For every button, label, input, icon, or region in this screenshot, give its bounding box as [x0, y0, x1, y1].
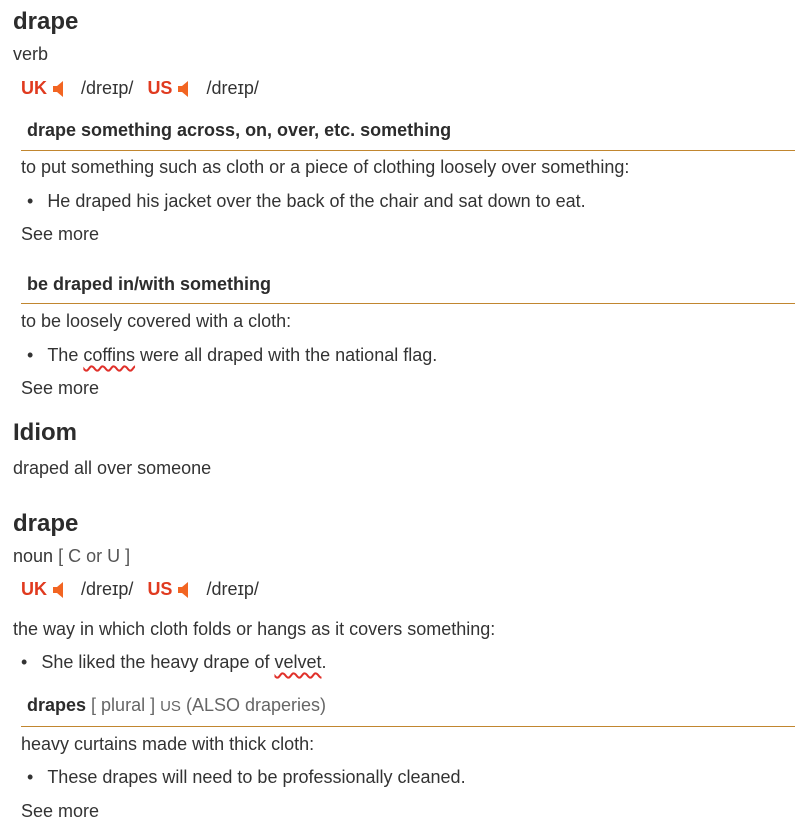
idiom-link[interactable]: draped all over someone: [13, 458, 211, 479]
pos-label: noun: [13, 546, 54, 566]
uk-label: UK: [21, 579, 47, 599]
grammar-code: [ C or U ]: [58, 546, 131, 566]
us-label: US: [147, 78, 173, 98]
speaker-icon[interactable]: [53, 80, 67, 97]
spellcheck-word: velvet: [274, 652, 322, 672]
part-of-speech: noun [ C or U ]: [13, 546, 130, 567]
example: • The coffins were all draped with the na…: [27, 345, 437, 366]
divider: [21, 150, 795, 151]
grammar-code: [ plural ]: [91, 695, 156, 715]
definition: the way in which cloth folds or hangs as…: [13, 619, 496, 639]
sub-entry-word: drapes: [27, 695, 87, 715]
us-ipa: /dreɪp/: [206, 78, 259, 98]
spellcheck-word: coffins: [83, 345, 136, 365]
example-text: .: [321, 652, 327, 672]
headword: drape: [13, 510, 79, 537]
divider: [21, 303, 795, 304]
uk-ipa: /dreɪp/: [81, 78, 134, 98]
us-ipa: /dreɪp/: [206, 579, 259, 599]
sub-entry-heading: drapes [ plural ] US (ALSO draperies): [27, 695, 326, 716]
see-more-link[interactable]: See more: [21, 378, 99, 399]
divider: [21, 726, 795, 727]
example: • He draped his jacket over the back of t…: [27, 191, 586, 212]
bullet: •: [21, 652, 28, 672]
definition: heavy curtains made with thick cloth:: [21, 734, 315, 754]
idiom-heading: Idiom: [13, 419, 77, 446]
pronunciation-row: UK /dreɪp/ US /dreɪp/: [21, 78, 273, 99]
example-text: The: [47, 345, 84, 365]
headword: drape: [13, 8, 79, 35]
example: • She liked the heavy drape of velvet.: [21, 652, 327, 673]
example: • These drapes will need to be profession…: [27, 767, 466, 788]
example-text: These drapes will need to be professiona…: [47, 767, 466, 787]
region-label: US: [160, 698, 181, 715]
see-more-link[interactable]: See more: [21, 801, 99, 822]
example-text: He draped his jacket over the back of th…: [47, 191, 586, 211]
speaker-icon[interactable]: [178, 581, 192, 598]
bullet: •: [27, 191, 34, 211]
example-text: were all draped with the national flag.: [135, 345, 438, 365]
phrase-heading: be draped in/with something: [27, 274, 272, 294]
uk-ipa: /dreɪp/: [81, 579, 134, 599]
example-text: She liked the heavy drape of: [41, 652, 275, 672]
speaker-icon[interactable]: [178, 80, 192, 97]
pronunciation-row: UK /dreɪp/ US /dreɪp/: [21, 579, 273, 600]
also-variant: (ALSO draperies): [185, 695, 327, 715]
bullet: •: [27, 767, 34, 787]
part-of-speech: verb: [13, 44, 49, 64]
us-label: US: [147, 579, 173, 599]
definition: to put something such as cloth or a piec…: [21, 157, 630, 177]
definition: to be loosely covered with a cloth:: [21, 311, 292, 331]
speaker-icon[interactable]: [53, 581, 67, 598]
bullet: •: [27, 345, 34, 365]
uk-label: UK: [21, 78, 47, 98]
phrase-heading: drape something across, on, over, etc. s…: [27, 120, 452, 140]
see-more-link[interactable]: See more: [21, 224, 99, 245]
